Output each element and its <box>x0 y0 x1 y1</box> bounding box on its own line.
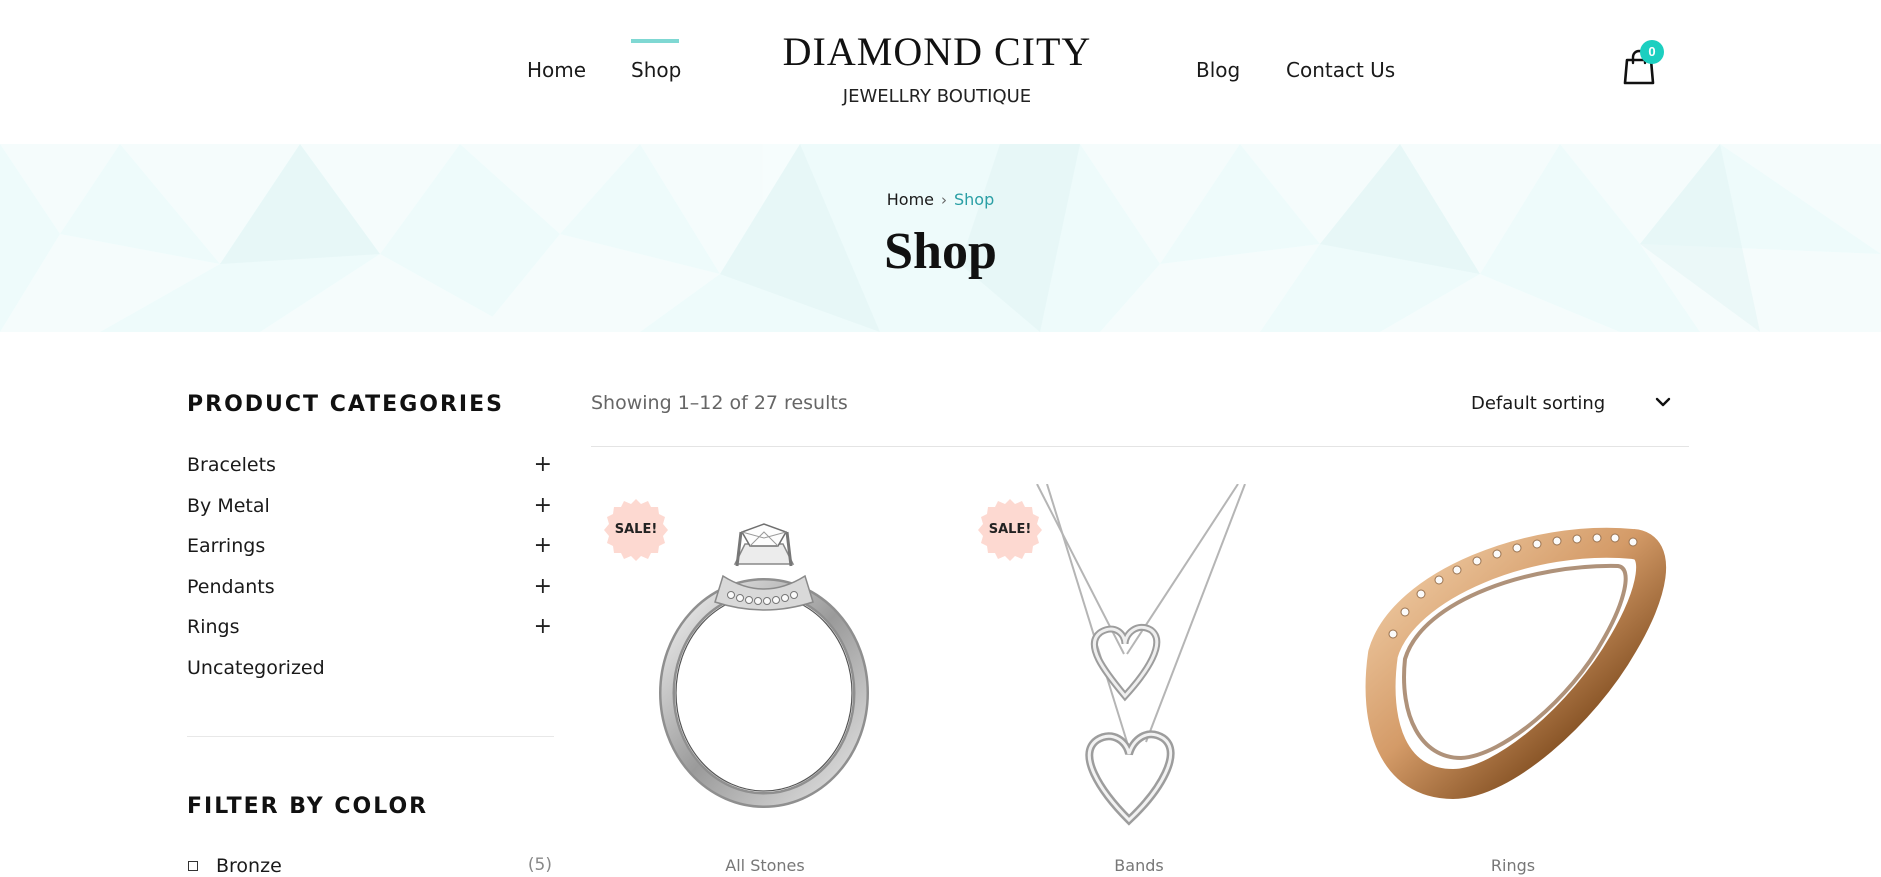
category-item-earrings[interactable]: Earrings + <box>187 533 554 574</box>
expand-plus-icon[interactable]: + <box>534 452 552 477</box>
checkbox-icon[interactable] <box>188 861 198 871</box>
nav-contact-us[interactable]: Contact Us <box>1286 58 1395 82</box>
sort-dropdown[interactable]: Default sorting <box>1460 390 1678 420</box>
sale-badge: SALE! <box>603 497 669 563</box>
category-label: Rings <box>187 616 240 639</box>
breadcrumb-separator-icon: › <box>941 191 947 209</box>
sort-selected-label: Default sorting <box>1471 393 1606 414</box>
category-label: Uncategorized <box>187 656 325 679</box>
product-category[interactable]: Bands <box>959 856 1319 875</box>
filter-by-color-heading: FILTER BY COLOR <box>187 794 429 819</box>
category-label: Earrings <box>187 535 266 558</box>
category-label: By Metal <box>187 494 270 517</box>
product-card[interactable]: Rings <box>1333 484 1693 875</box>
category-item-pendants[interactable]: Pendants + <box>187 574 554 615</box>
product-categories-heading: PRODUCT CATEGORIES <box>187 392 504 417</box>
product-category[interactable]: Rings <box>1333 856 1693 875</box>
product-category[interactable]: All Stones <box>585 856 945 875</box>
page-banner: Home › Shop Shop <box>0 144 1881 332</box>
expand-plus-icon[interactable]: + <box>534 574 552 599</box>
nav-home[interactable]: Home <box>527 58 586 82</box>
result-count: Showing 1–12 of 27 results <box>591 392 848 414</box>
category-item-by-metal[interactable]: By Metal + <box>187 493 554 534</box>
breadcrumb-current: Shop <box>954 190 995 209</box>
category-item-rings[interactable]: Rings + <box>187 614 554 655</box>
category-item-uncategorized[interactable]: Uncategorized <box>187 655 554 696</box>
category-list: Bracelets + By Metal + Earrings + Pendan… <box>187 452 554 696</box>
category-item-bracelets[interactable]: Bracelets + <box>187 452 554 493</box>
sale-badge-label: SALE! <box>614 522 658 537</box>
breadcrumb-home-link[interactable]: Home <box>887 190 934 209</box>
chevron-down-icon <box>1655 397 1671 407</box>
site-logo-subtitle: JEWELLRY BOUTIQUE <box>842 86 1032 107</box>
breadcrumb: Home › Shop <box>0 190 1881 209</box>
site-logo-title[interactable]: DIAMOND CITY <box>737 28 1137 75</box>
page-title: Shop <box>884 223 997 280</box>
active-nav-indicator <box>631 39 679 43</box>
cart-count-badge: 0 <box>1640 40 1664 64</box>
results-divider <box>591 446 1689 447</box>
category-label: Pendants <box>187 575 275 598</box>
nav-blog[interactable]: Blog <box>1196 58 1240 82</box>
color-label: Bronze <box>216 855 282 877</box>
sidebar-divider <box>187 736 554 737</box>
expand-plus-icon[interactable]: + <box>534 493 552 518</box>
gold-band-ring-icon[interactable] <box>1333 484 1693 829</box>
category-label: Bracelets <box>187 454 276 476</box>
site-header: Home Shop DIAMOND CITY JEWELLRY BOUTIQUE… <box>0 0 1881 144</box>
color-count: (5) <box>527 855 552 875</box>
nav-shop[interactable]: Shop <box>631 58 681 82</box>
sale-badge: SALE! <box>977 497 1043 563</box>
color-filter-bronze[interactable]: Bronze (5) <box>187 855 554 877</box>
sale-badge-label: SALE! <box>988 522 1032 537</box>
expand-plus-icon[interactable]: + <box>534 614 552 639</box>
expand-plus-icon[interactable]: + <box>534 533 552 558</box>
